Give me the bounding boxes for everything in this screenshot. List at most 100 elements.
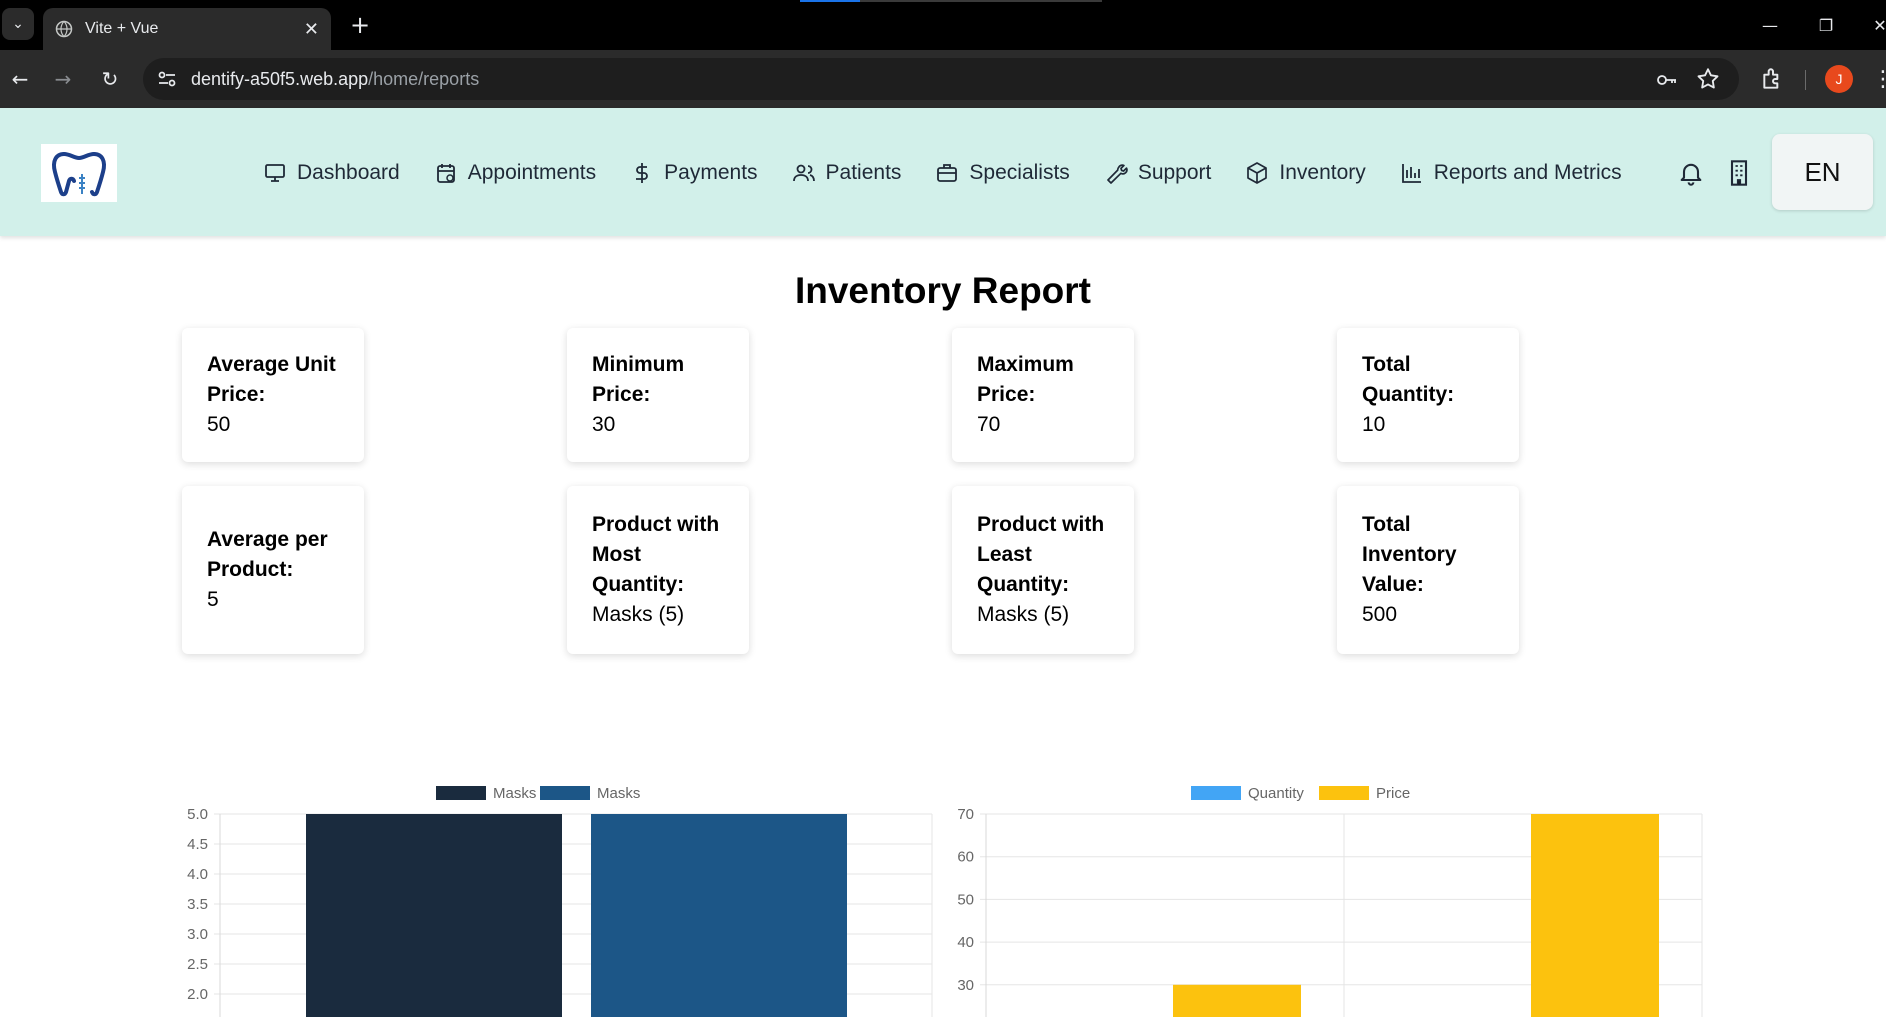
page-loading-bar <box>800 0 1102 2</box>
nav-label: Appointments <box>467 161 597 184</box>
bar[interactable] <box>591 814 847 1017</box>
y-tick-label: 40 <box>957 934 974 951</box>
stat-card-least-quantity: Product with Least Quantity: Masks (5) <box>952 486 1134 654</box>
browser-menu-icon[interactable]: ⋮ <box>1872 68 1886 92</box>
loading-bar-fill <box>800 0 860 2</box>
stat-card-minimum-price: Minimum Price: 30 <box>567 328 749 462</box>
stat-card-total-quantity: Total Quantity: 10 <box>1337 328 1519 462</box>
bar[interactable] <box>306 814 562 1017</box>
page-title: Inventory Report <box>794 270 1092 311</box>
stat-card-most-quantity: Product with Most Quantity: Masks (5) <box>567 486 749 654</box>
browser-tabstrip: ⌄ Vite + Vue ✕ + — ❐ ✕ <box>0 0 1886 50</box>
stat-label: Most <box>592 543 641 566</box>
browser-toolbar: ← → ↻ dentify-a50f5.web.app/home/reports… <box>0 50 1886 108</box>
nav-patients[interactable]: Patients <box>792 161 902 185</box>
tooth-logo-icon <box>52 152 106 197</box>
bar-chart-icon <box>1401 164 1421 183</box>
nav-dashboard[interactable]: Dashboard <box>263 161 400 185</box>
bar[interactable] <box>1173 984 1301 1017</box>
y-tick-label: 4.0 <box>187 866 208 883</box>
legend-label[interactable]: Masks <box>597 785 640 802</box>
quantity-price-bar-chart: Quantity Price 70 60 50 40 30 <box>957 785 1703 1017</box>
legend-label[interactable]: Price <box>1376 785 1410 802</box>
stat-label: Quantity: <box>592 573 685 596</box>
legend-label[interactable]: Quantity <box>1248 785 1304 802</box>
calendar-icon <box>436 164 455 183</box>
stat-label: Total <box>1362 513 1411 536</box>
extensions-puzzle-icon[interactable] <box>1760 66 1786 92</box>
legend-swatch[interactable] <box>436 786 486 800</box>
stat-value: Masks (5) <box>592 603 685 626</box>
y-tick-label: 50 <box>957 891 974 908</box>
legend-swatch[interactable] <box>540 786 590 800</box>
nav-label: Payments <box>664 161 758 184</box>
stat-label: Maximum <box>977 353 1074 376</box>
nav-reports-and-metrics[interactable]: Reports and Metrics <box>1400 161 1622 185</box>
language-button[interactable]: EN <box>1772 134 1873 210</box>
url-path: /home/reports <box>368 68 480 89</box>
stat-label: Product with <box>977 513 1105 536</box>
tab-title: Vite + Vue <box>85 20 159 37</box>
box-icon <box>1247 162 1268 184</box>
bell-icon[interactable] <box>1677 159 1705 187</box>
stat-card-average-per-product: Average per Product: 5 <box>182 486 364 654</box>
legend-swatch[interactable] <box>1191 786 1241 800</box>
stat-value: 50 <box>207 413 231 436</box>
profile-avatar[interactable]: J <box>1825 65 1853 93</box>
y-tick-label: 2.5 <box>187 956 208 973</box>
new-tab-button[interactable]: + <box>345 10 375 40</box>
y-tick-label: 2.0 <box>187 986 208 1003</box>
address-bar[interactable]: dentify-a50f5.web.app/home/reports <box>143 58 1739 100</box>
site-info-icon[interactable] <box>155 67 179 91</box>
stat-label: Total <box>1362 353 1411 376</box>
back-icon[interactable]: ← <box>5 64 35 94</box>
stat-card-maximum-price: Maximum Price: 70 <box>952 328 1134 462</box>
window-close-icon[interactable]: ✕ <box>1860 10 1886 40</box>
nav-label: Dashboard <box>297 161 400 184</box>
toolbar-divider <box>1805 70 1806 90</box>
app-logo[interactable] <box>41 144 117 202</box>
minimize-icon[interactable]: — <box>1750 10 1790 40</box>
nav-label: Reports and Metrics <box>1433 161 1622 184</box>
nav-inventory[interactable]: Inventory <box>1245 161 1366 185</box>
legend-swatch[interactable] <box>1319 786 1369 800</box>
stat-label: Average Unit <box>207 353 336 376</box>
bar[interactable] <box>1531 814 1659 1017</box>
nav-support[interactable]: Support <box>1104 161 1212 185</box>
stat-card-average-unit-price: Average Unit Price: 50 <box>182 328 364 462</box>
stat-label: Inventory <box>1362 543 1457 566</box>
y-tick-label: 5.0 <box>187 806 208 823</box>
reload-icon[interactable]: ↻ <box>95 64 125 94</box>
stat-label: Price: <box>207 383 266 406</box>
briefcase-icon <box>937 164 958 182</box>
wrench-icon <box>1106 164 1128 184</box>
stat-label: Price: <box>592 383 651 406</box>
main-nav: Dashboard Appointments Payments Patients… <box>263 150 1656 196</box>
tab-close-icon[interactable]: ✕ <box>304 19 319 40</box>
building-icon[interactable] <box>1725 159 1753 187</box>
tab-search-button[interactable]: ⌄ <box>2 8 34 40</box>
nav-appointments[interactable]: Appointments <box>434 161 596 185</box>
y-tick-label: 3.0 <box>187 926 208 943</box>
stat-label: Quantity: <box>1362 383 1455 406</box>
stat-label: Least <box>977 543 1032 566</box>
nav-label: Specialists <box>969 161 1070 184</box>
restore-icon[interactable]: ❐ <box>1806 10 1846 40</box>
stat-label: Price: <box>977 383 1036 406</box>
nav-label: Patients <box>825 161 902 184</box>
nav-payments[interactable]: Payments <box>630 161 758 185</box>
browser-tab[interactable]: Vite + Vue ✕ <box>43 8 331 50</box>
nav-label: Inventory <box>1279 161 1366 184</box>
forward-icon[interactable]: → <box>48 64 78 94</box>
y-tick-label: 3.5 <box>187 896 208 913</box>
masks-bar-chart: MasksMasks5.04.54.03.53.02.52.01.5 <box>187 785 933 1017</box>
bookmark-star-icon[interactable] <box>1695 66 1721 92</box>
stat-value: 70 <box>977 413 1001 436</box>
legend-label[interactable]: Masks <box>493 785 536 802</box>
nav-specialists[interactable]: Specialists <box>935 161 1070 185</box>
password-key-icon[interactable] <box>1655 68 1679 92</box>
app-header: Dashboard Appointments Payments Patients… <box>0 108 1886 236</box>
globe-icon <box>55 20 73 38</box>
y-tick-label: 60 <box>957 849 974 866</box>
nav-label: Support <box>1137 161 1212 184</box>
